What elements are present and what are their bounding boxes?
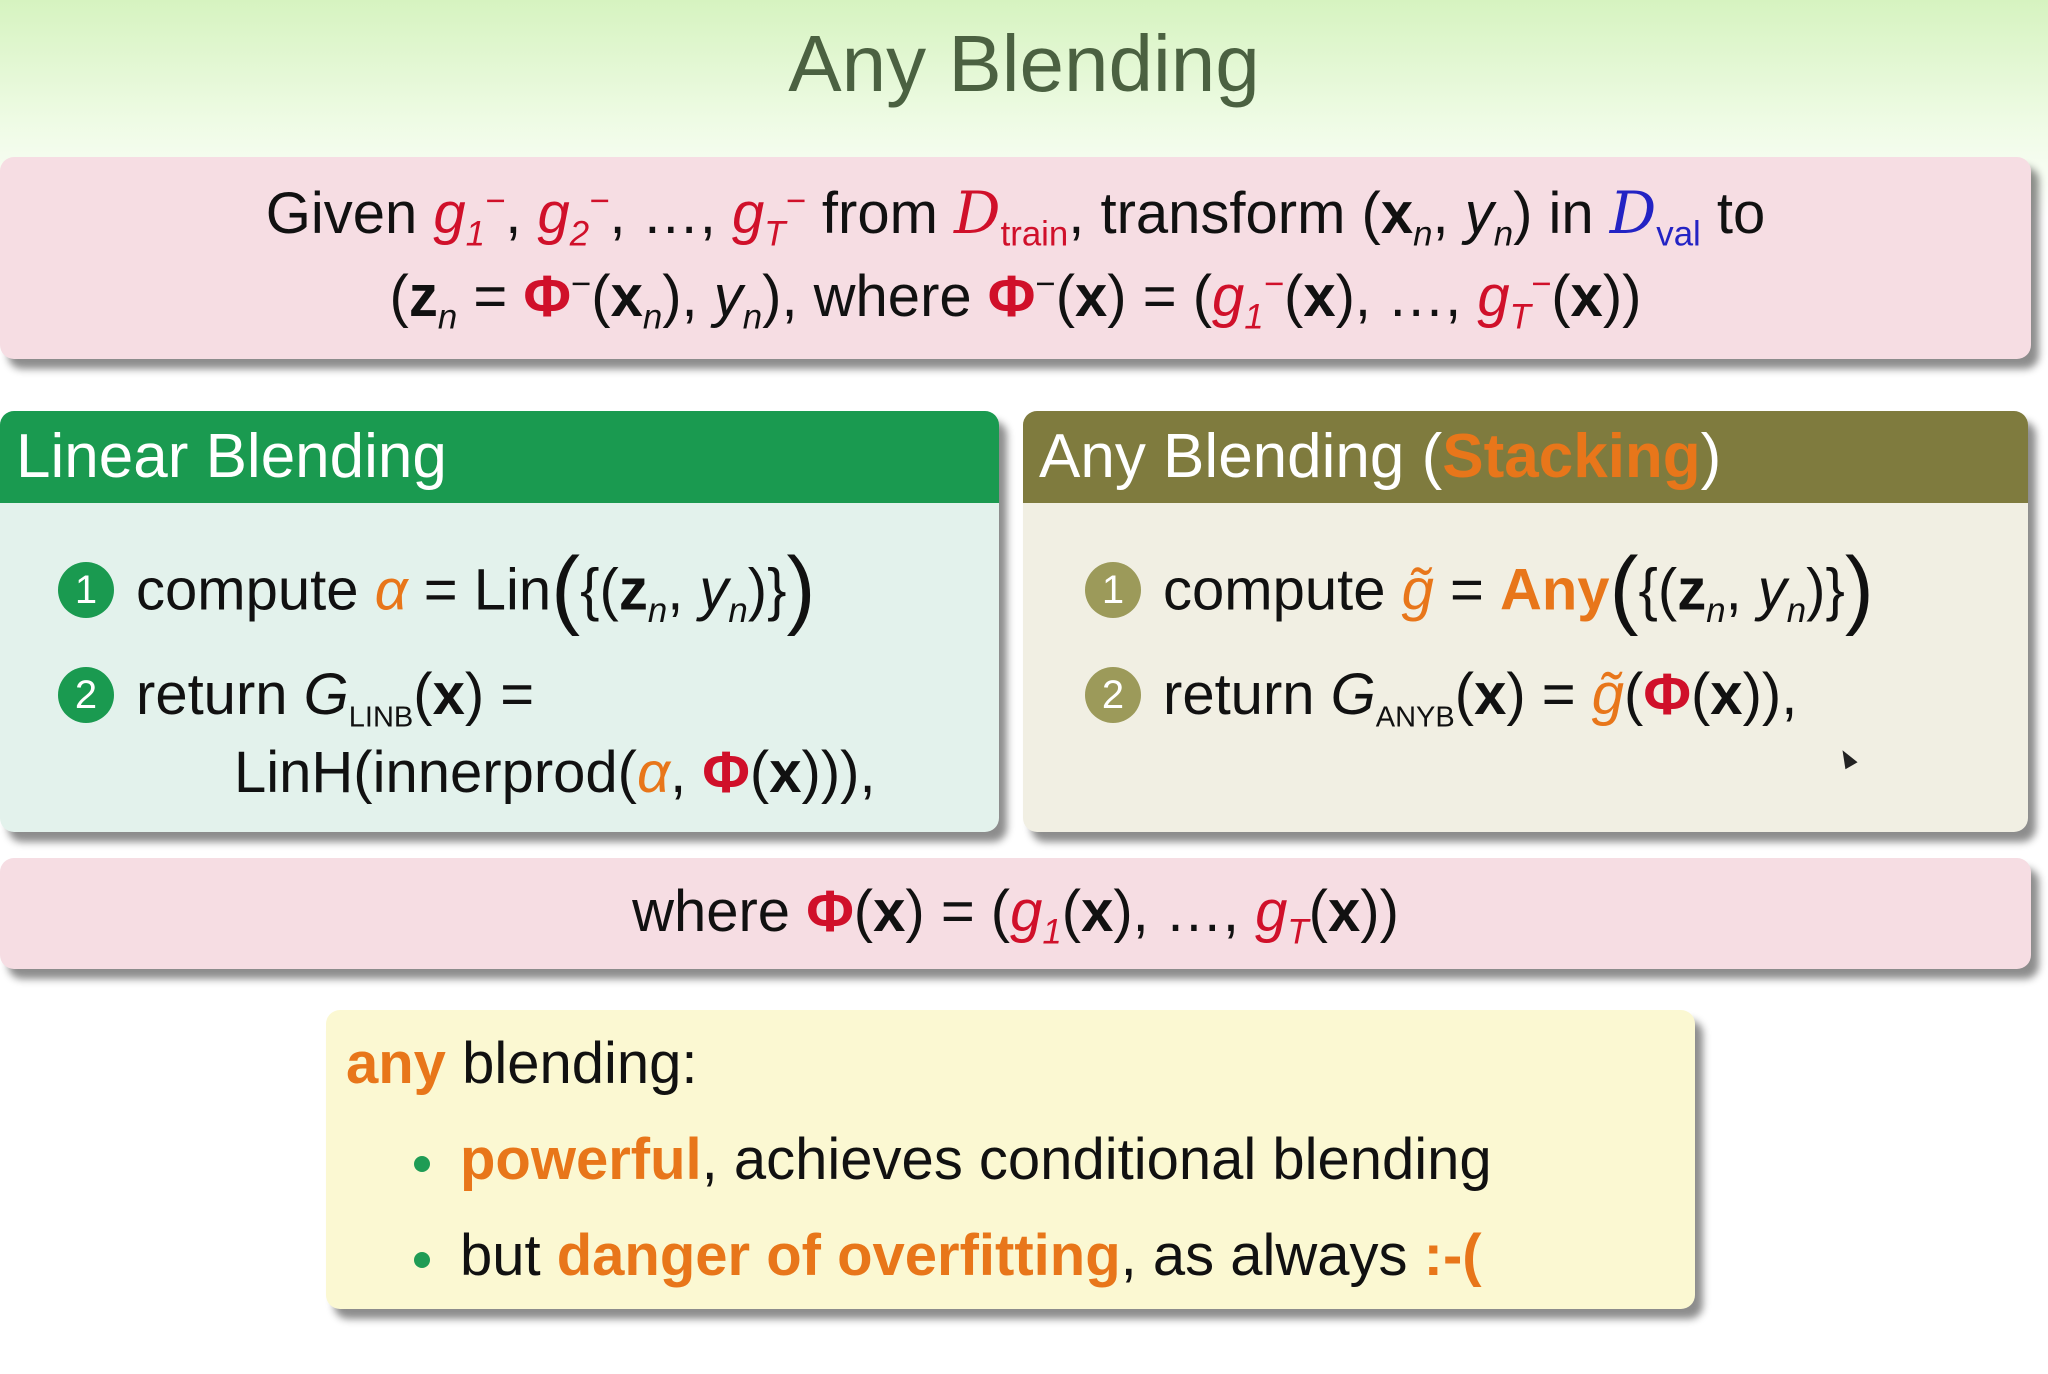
- linear-blending-header: Linear Blending: [0, 411, 999, 503]
- step-number-badge: 2: [58, 666, 114, 723]
- given-line-2: (zn = Φ−(xn), yn), where Φ−(x) = (g1−(x)…: [389, 264, 1642, 337]
- step-number-badge: 2: [1085, 666, 1141, 723]
- linear-step-1: 1 compute α = Lin({(zn, yn)}): [58, 539, 815, 639]
- any-blending-box: Any Blending (Stacking) 1 compute g̃ = An…: [1023, 411, 2028, 832]
- step-number-badge: 1: [1085, 561, 1141, 618]
- step-number-badge: 1: [58, 561, 114, 618]
- mouse-cursor-icon: [1836, 746, 1858, 770]
- summary-bullet-2: but danger of overfitting, as always :-(: [414, 1222, 1482, 1289]
- bullet-icon: [414, 1155, 430, 1172]
- summary-bullet-1: powerful, achieves conditional blending: [414, 1126, 1492, 1193]
- bullet-icon: [414, 1251, 430, 1268]
- any-step-1: 1 compute g̃ = Any({(zn, yn)}): [1085, 539, 1874, 639]
- where-box: where Φ(x) = (g1(x), …, gT(x)): [0, 858, 2031, 969]
- linear-step-2-cont: LinH(innerprod(α, Φ(x))),: [234, 740, 876, 805]
- slide-title: Any Blending: [788, 19, 1260, 108]
- given-line-1: Given g1−, g2−, …, gT− from Dtrain, tran…: [265, 179, 1766, 254]
- any-step-2: 2 return GANYB(x) = g̃(Φ(x)),: [1085, 661, 1797, 735]
- where-formula: where Φ(x) = (g1(x), …, gT(x)): [632, 879, 1399, 952]
- summary-box: any blending: powerful, achieves conditi…: [326, 1010, 1695, 1309]
- summary-heading: any blending:: [346, 1031, 698, 1096]
- linear-blending-box: Linear Blending 1 compute α = Lin({(zn, y…: [0, 411, 999, 832]
- given-box: Given g1−, g2−, …, gT− from Dtrain, tran…: [0, 157, 2031, 359]
- any-blending-header: Any Blending (Stacking): [1023, 411, 2028, 503]
- linear-step-2: 2 return GLINB(x) =: [58, 661, 534, 735]
